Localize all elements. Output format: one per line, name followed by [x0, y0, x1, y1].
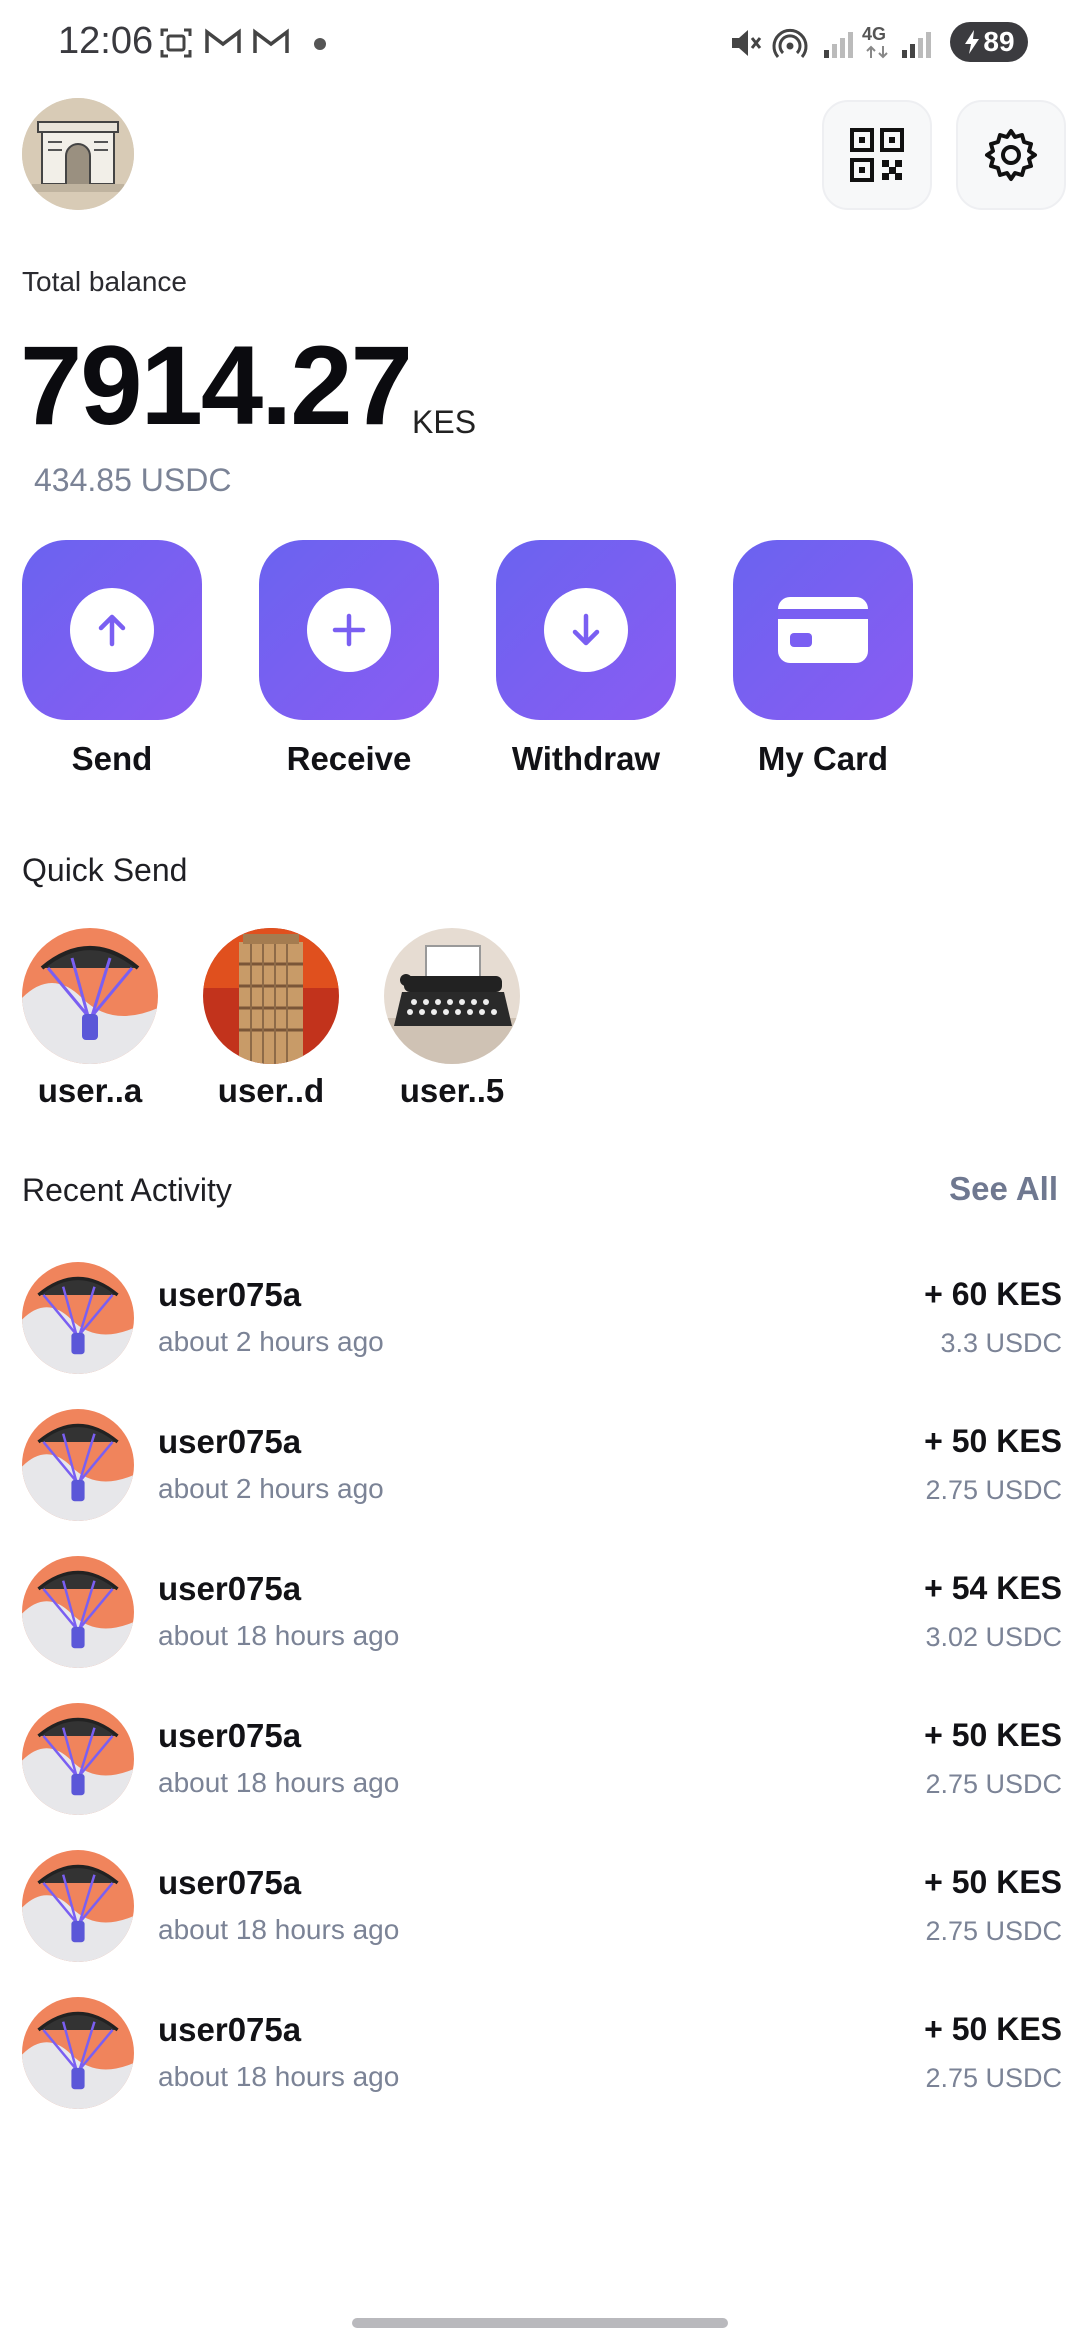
- arrow-down-icon: [572, 613, 600, 646]
- quick-send-contact-label: user..d: [217, 1072, 325, 1109]
- activity-usdc: 3.3 USDC: [940, 1328, 1062, 1358]
- my-card-button[interactable]: [733, 540, 913, 720]
- activity-usdc: 2.75 USDC: [925, 1916, 1062, 1946]
- activity-usdc: 2.75 USDC: [925, 2063, 1062, 2093]
- parachute-avatar: [22, 1997, 134, 2109]
- activity-usdc: 2.75 USDC: [925, 1475, 1062, 1505]
- activity-name: user075a: [158, 1864, 302, 1901]
- card-icon: [778, 597, 868, 663]
- typewriter-avatar: [384, 928, 520, 1064]
- activity-name: user075a: [158, 1570, 302, 1607]
- gear-icon: [985, 129, 1037, 181]
- activity-usdc: 2.75 USDC: [925, 1769, 1062, 1799]
- recent-activity-title: Recent Activity: [22, 1172, 232, 1208]
- activity-amount: + 50 KES: [924, 1864, 1062, 1900]
- parachute-avatar: [22, 1703, 134, 1815]
- activity-time: about 18 hours ago: [158, 1767, 400, 1798]
- activity-time: about 2 hours ago: [158, 1326, 384, 1357]
- total-balance-label: Total balance: [22, 266, 188, 297]
- balance-currency: KES: [412, 404, 477, 440]
- activity-avatar: [22, 1703, 134, 1815]
- withdraw-icon-circle: [544, 588, 628, 672]
- quick-send-contact-label: user..a: [37, 1072, 143, 1109]
- send-button[interactable]: [22, 540, 202, 720]
- see-all-link[interactable]: See All: [949, 1170, 1058, 1208]
- charging-bolt-icon: [965, 30, 980, 54]
- activity-time: about 18 hours ago: [158, 1620, 400, 1651]
- activity-amount: + 50 KES: [924, 2011, 1062, 2047]
- activity-amount: + 60 KES: [924, 1276, 1062, 1312]
- activity-row[interactable]: user075a about 18 hours ago + 50 KES 2.75 U…: [0, 1850, 1080, 1970]
- mute-icon: [732, 30, 762, 56]
- activity-usdc: 3.02 USDC: [925, 1622, 1062, 1652]
- signal-icon: [902, 32, 931, 58]
- gmail-icon: [205, 28, 241, 53]
- network-type: 4G: [862, 24, 887, 44]
- activity-avatar: [22, 1850, 134, 1962]
- activity-time: about 18 hours ago: [158, 2061, 400, 2092]
- hotspot-icon: [772, 28, 808, 58]
- balance-amount: 7914.27: [20, 323, 413, 448]
- quick-send-title: Quick Send: [22, 852, 188, 888]
- send-icon-circle: [70, 588, 154, 672]
- gmail-icon: [253, 28, 289, 53]
- withdraw-button[interactable]: [496, 540, 676, 720]
- withdraw-label: Withdraw: [511, 740, 661, 777]
- balance-usdc: 434.85 USDC: [34, 462, 232, 498]
- activity-row[interactable]: user075a about 18 hours ago + 54 KES 3.02 U…: [0, 1556, 1080, 1676]
- activity-avatar: [22, 1409, 134, 1521]
- activity-name: user075a: [158, 1423, 302, 1460]
- activity-name: user075a: [158, 1276, 302, 1313]
- settings-button[interactable]: [956, 100, 1066, 210]
- qr-code-button[interactable]: [822, 100, 932, 210]
- battery-indicator: 89: [950, 22, 1028, 62]
- activity-amount: + 50 KES: [924, 1423, 1062, 1459]
- my-card-label: My Card: [757, 740, 889, 777]
- activity-time: about 2 hours ago: [158, 1473, 384, 1504]
- parachute-avatar: [22, 1556, 134, 1668]
- activity-row[interactable]: user075a about 18 hours ago + 50 KES 2.75 U…: [0, 1703, 1080, 1823]
- activity-row[interactable]: user075a about 2 hours ago + 60 KES 3.3 USD…: [0, 1262, 1080, 1382]
- arch-illustration-icon: [22, 98, 134, 210]
- activity-name: user075a: [158, 1717, 302, 1754]
- screenshot-icon: [160, 28, 192, 58]
- activity-name: user075a: [158, 2011, 302, 2048]
- qr-code-icon: [850, 128, 904, 182]
- activity-avatar: [22, 1997, 134, 2109]
- quick-send-contact-avatar[interactable]: [384, 928, 520, 1064]
- parachute-avatar: [22, 928, 158, 1064]
- activity-amount: + 50 KES: [924, 1717, 1062, 1753]
- quick-send-contact-label: user..5: [399, 1072, 505, 1109]
- activity-row[interactable]: user075a about 2 hours ago + 50 KES 2.75 US…: [0, 1409, 1080, 1529]
- receive-icon-circle: [307, 588, 391, 672]
- parachute-avatar: [22, 1409, 134, 1521]
- activity-time: about 18 hours ago: [158, 1914, 400, 1945]
- activity-avatar: [22, 1262, 134, 1374]
- receive-label: Receive: [286, 740, 412, 777]
- parachute-avatar: [22, 1262, 134, 1374]
- activity-row[interactable]: user075a about 18 hours ago + 50 KES 2.75 U…: [0, 1997, 1080, 2117]
- activity-amount: + 54 KES: [924, 1570, 1062, 1606]
- activity-avatar: [22, 1556, 134, 1668]
- parachute-avatar: [22, 1850, 134, 1962]
- arrow-up-icon: [98, 614, 126, 647]
- receive-button[interactable]: [259, 540, 439, 720]
- quick-send-contact-avatar[interactable]: [22, 928, 158, 1064]
- battery-level: 89: [983, 26, 1015, 57]
- plus-icon: [332, 613, 366, 647]
- home-indicator[interactable]: [352, 2318, 728, 2328]
- tower-avatar: [203, 928, 339, 1064]
- data-arrows-icon: [866, 45, 888, 59]
- quick-send-contact-avatar[interactable]: [203, 928, 339, 1064]
- dot-icon: [314, 38, 326, 50]
- profile-avatar[interactable]: [22, 98, 134, 210]
- status-time: 12:06: [58, 20, 154, 62]
- send-label: Send: [71, 740, 153, 777]
- signal-icon: [824, 32, 853, 58]
